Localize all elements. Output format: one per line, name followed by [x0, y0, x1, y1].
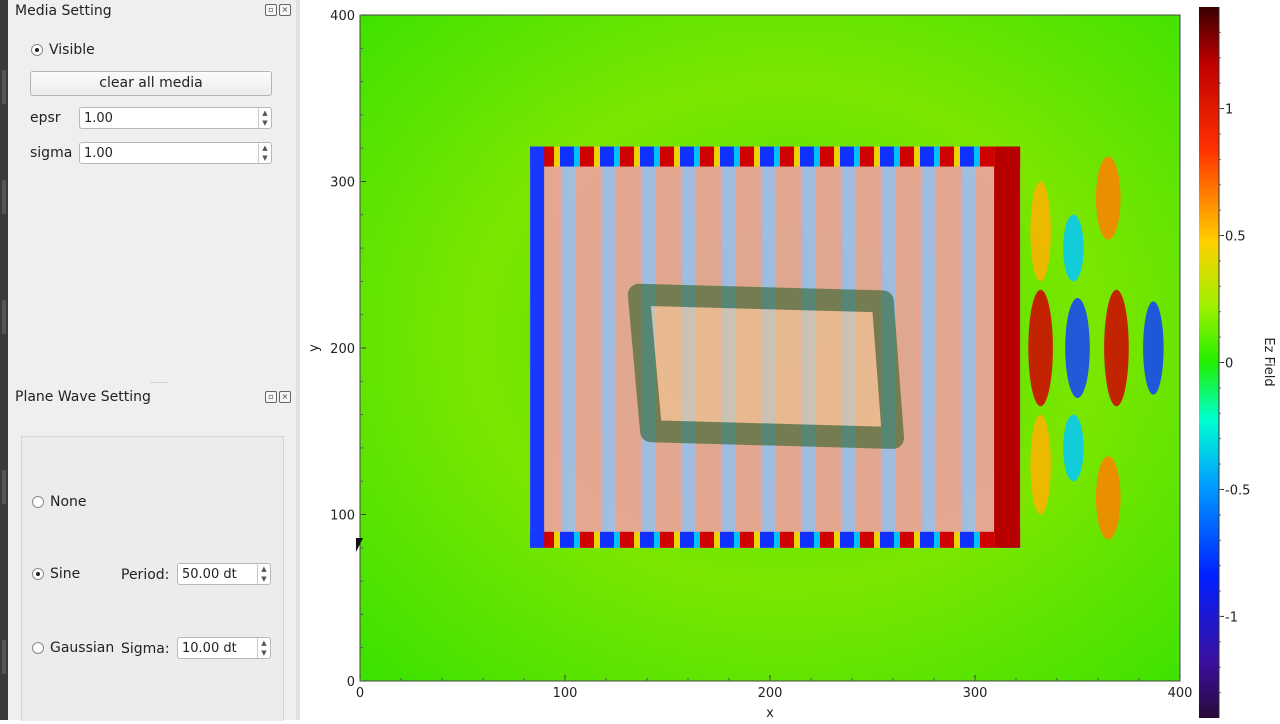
period-label: Period:	[121, 567, 170, 583]
spin-up-icon[interactable]: ▲	[259, 143, 271, 153]
epsr-label: epsr	[30, 110, 61, 126]
spin-down-icon[interactable]: ▼	[259, 118, 271, 128]
epsr-spinbox[interactable]: 1.00 ▲ ▼	[79, 107, 272, 129]
x-tick-label: 200	[758, 686, 783, 701]
spin-up-icon[interactable]: ▲	[259, 108, 271, 118]
y-tick-label: 0	[347, 675, 355, 690]
sigma-value[interactable]: 1.00	[84, 146, 113, 161]
period-value[interactable]: 50.00 dt	[182, 567, 237, 582]
none-radio[interactable]: None	[32, 494, 87, 510]
gaussian-sigma-label: Sigma:	[121, 641, 170, 657]
sine-label: Sine	[50, 566, 81, 582]
gaussian-sigma-stepper[interactable]: ▲ ▼	[257, 638, 270, 658]
colorbar-tick-label: -1	[1225, 610, 1238, 625]
dock-handle	[2, 470, 6, 504]
wave-lobe	[1063, 214, 1084, 282]
close-icon[interactable]: ×	[279, 391, 291, 403]
dock-splitter[interactable]	[151, 382, 167, 386]
colorbar-tick-label: 1	[1225, 103, 1233, 118]
colorbar-tick-label: 0	[1225, 357, 1233, 372]
wave-lobe	[1030, 181, 1051, 282]
clear-all-media-button[interactable]: clear all media	[30, 71, 272, 96]
dock-handle	[2, 300, 6, 334]
waveform-groupbox: None Sine Period: 50.00 dt ▲ ▼ Gaussian S…	[21, 436, 284, 721]
x-tick-label: 100	[553, 686, 578, 701]
x-tick-label: 0	[356, 686, 364, 701]
sine-radio[interactable]: Sine	[32, 566, 80, 582]
epsr-value[interactable]: 1.00	[84, 111, 113, 126]
field-layer	[360, 15, 1180, 681]
media-title-buttons: ▫ ×	[265, 4, 291, 16]
sigma-label: sigma	[30, 145, 73, 161]
ez-field-heatmap-svg[interactable]: 0 100 200 300 400 0 100 200 300 400 x y 1 0.5 0 -0.5 -1…	[300, 0, 1280, 721]
media-left-edge	[530, 146, 545, 548]
media-inner-quad	[627, 283, 904, 449]
wave-lobe	[1063, 414, 1084, 482]
spin-up-icon[interactable]: ▲	[258, 638, 270, 648]
none-label: None	[50, 494, 87, 510]
period-spinbox[interactable]: 50.00 dt ▲ ▼	[177, 563, 271, 585]
dock-handle	[2, 640, 6, 674]
x-tick-label: 300	[963, 686, 988, 701]
y-axis-label: y	[307, 344, 322, 352]
ez-field-plot[interactable]: 0 100 200 300 400 0 100 200 300 400 x y 1 0.5 0 -0.5 -1…	[300, 0, 1280, 721]
dock-handle	[2, 180, 6, 214]
period-stepper[interactable]: ▲ ▼	[257, 564, 270, 584]
colorbar-tick-label: 0.5	[1225, 230, 1246, 245]
spin-up-icon[interactable]: ▲	[258, 564, 270, 574]
colorbar: 1 0.5 0 -0.5 -1 Ez Field	[1199, 7, 1276, 718]
colorbar-gradient	[1199, 7, 1219, 718]
none-radio-indicator[interactable]	[32, 496, 44, 508]
visible-label: Visible	[49, 42, 95, 58]
wave-lobe	[1095, 456, 1121, 540]
sigma-stepper[interactable]: ▲ ▼	[258, 143, 271, 163]
spin-down-icon[interactable]: ▼	[259, 153, 271, 163]
visible-radio[interactable]: Visible	[31, 42, 95, 58]
float-icon[interactable]: ▫	[265, 391, 277, 403]
sine-radio-indicator[interactable]	[32, 568, 44, 580]
media-right-edge	[994, 146, 1021, 548]
mouse-cursor-icon	[356, 538, 363, 552]
wave-lobe	[1028, 289, 1053, 407]
wave-lobe	[1143, 301, 1164, 395]
wave-lobe	[1030, 414, 1051, 515]
gaussian-sigma-spinbox[interactable]: 10.00 dt ▲ ▼	[177, 637, 271, 659]
y-tick-label: 400	[330, 9, 355, 24]
media-top-edge	[530, 146, 1021, 167]
spin-down-icon[interactable]: ▼	[258, 648, 270, 658]
left-dock-strip	[0, 0, 8, 720]
x-axis-label: x	[766, 706, 774, 720]
float-icon[interactable]: ▫	[265, 4, 277, 16]
media-setting-title: Media Setting	[15, 3, 112, 19]
spin-down-icon[interactable]: ▼	[258, 574, 270, 584]
y-tick-label: 100	[330, 509, 355, 524]
plane-wave-setting-title: Plane Wave Setting	[15, 389, 151, 405]
wave-lobe	[1095, 156, 1121, 240]
wave-lobe	[1104, 289, 1129, 407]
gaussian-label: Gaussian	[50, 640, 115, 656]
wave-lobe	[1065, 298, 1090, 398]
media-bottom-edge	[530, 531, 1021, 548]
gaussian-radio-indicator[interactable]	[32, 642, 44, 654]
close-icon[interactable]: ×	[279, 4, 291, 16]
dock-handle	[2, 70, 6, 104]
y-tick-label: 200	[330, 342, 355, 357]
colorbar-tick-label: -0.5	[1225, 483, 1250, 498]
gaussian-radio[interactable]: Gaussian	[32, 640, 114, 656]
visible-radio-indicator[interactable]	[31, 44, 43, 56]
plane-wave-title-buttons: ▫ ×	[265, 391, 291, 403]
colorbar-label: Ez Field	[1261, 337, 1276, 386]
epsr-stepper[interactable]: ▲ ▼	[258, 108, 271, 128]
sigma-spinbox[interactable]: 1.00 ▲ ▼	[79, 142, 272, 164]
gaussian-sigma-value[interactable]: 10.00 dt	[182, 641, 237, 656]
x-tick-label: 400	[1168, 686, 1193, 701]
y-tick-label: 300	[330, 176, 355, 191]
